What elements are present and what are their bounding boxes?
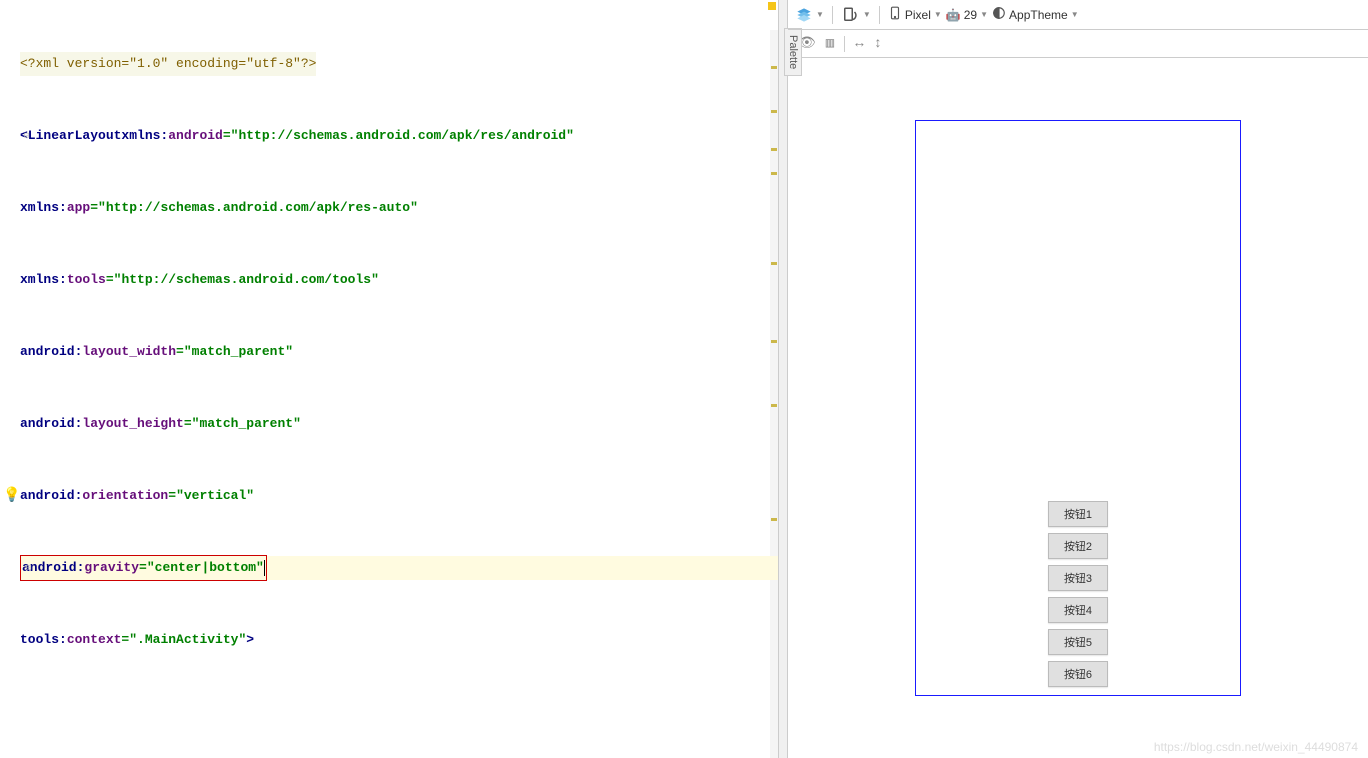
device-dropdown[interactable]: Pixel▼ bbox=[888, 4, 942, 25]
fold-icon[interactable]: ⊟ bbox=[26, 556, 31, 580]
marker[interactable] bbox=[771, 404, 777, 407]
blueprint-icon[interactable]: ▥ bbox=[826, 35, 834, 52]
root-tag: <LinearLayout bbox=[20, 124, 121, 148]
design-toolbar: ▼ ▼ Pixel▼ 🤖 29▼ AppTheme▼ bbox=[788, 0, 1368, 30]
marker[interactable] bbox=[771, 110, 777, 113]
fold-icon[interactable]: ⊟ bbox=[24, 124, 29, 148]
api-label: 29 bbox=[964, 8, 977, 22]
lightbulb-icon[interactable]: 💡 bbox=[3, 484, 20, 508]
device-label: Pixel bbox=[905, 8, 931, 22]
expand-vertical-icon[interactable]: ↕ bbox=[874, 36, 882, 52]
design-surface[interactable]: 按钮1 按钮2 按钮3 按钮4 按钮5 按钮6 https://blog.csd… bbox=[788, 58, 1368, 758]
marker[interactable] bbox=[771, 262, 777, 265]
theme-label: AppTheme bbox=[1009, 8, 1068, 22]
device-frame: 按钮1 按钮2 按钮3 按钮4 按钮5 按钮6 bbox=[915, 120, 1241, 696]
layout-preview-pane: Palette ▼ ▼ Pixel▼ 🤖 29▼ AppTheme▼ 👁 ▥ ↔… bbox=[788, 0, 1368, 758]
view-options-toolbar: 👁 ▥ ↔ ↕ bbox=[788, 30, 1368, 58]
inspection-indicator[interactable] bbox=[768, 2, 776, 10]
watermark: https://blog.csdn.net/weixin_44490874 bbox=[1154, 740, 1358, 754]
preview-button-3[interactable]: 按钮3 bbox=[1048, 565, 1108, 591]
code-area[interactable]: <?xml version="1.0" encoding="utf-8"?> ⊟… bbox=[0, 0, 778, 758]
xml-declaration: <?xml version="1.0" encoding="utf-8"?> bbox=[20, 52, 316, 76]
design-surface-dropdown[interactable] bbox=[796, 7, 812, 23]
preview-button-1[interactable]: 按钮1 bbox=[1048, 501, 1108, 527]
preview-button-4[interactable]: 按钮4 bbox=[1048, 597, 1108, 623]
marker[interactable] bbox=[771, 172, 777, 175]
preview-button-2[interactable]: 按钮2 bbox=[1048, 533, 1108, 559]
code-editor-pane: <?xml version="1.0" encoding="utf-8"?> ⊟… bbox=[0, 0, 778, 758]
preview-button-5[interactable]: 按钮5 bbox=[1048, 629, 1108, 655]
marker[interactable] bbox=[771, 518, 777, 521]
api-dropdown[interactable]: 🤖 29▼ bbox=[946, 8, 988, 22]
marker[interactable] bbox=[771, 148, 777, 151]
text-cursor bbox=[264, 560, 265, 576]
theme-dropdown[interactable]: AppTheme▼ bbox=[992, 6, 1079, 23]
orientation-dropdown[interactable] bbox=[841, 6, 859, 24]
split-bar[interactable] bbox=[778, 0, 788, 758]
preview-button-6[interactable]: 按钮6 bbox=[1048, 661, 1108, 687]
expand-horizontal-icon[interactable]: ↔ bbox=[855, 36, 863, 52]
